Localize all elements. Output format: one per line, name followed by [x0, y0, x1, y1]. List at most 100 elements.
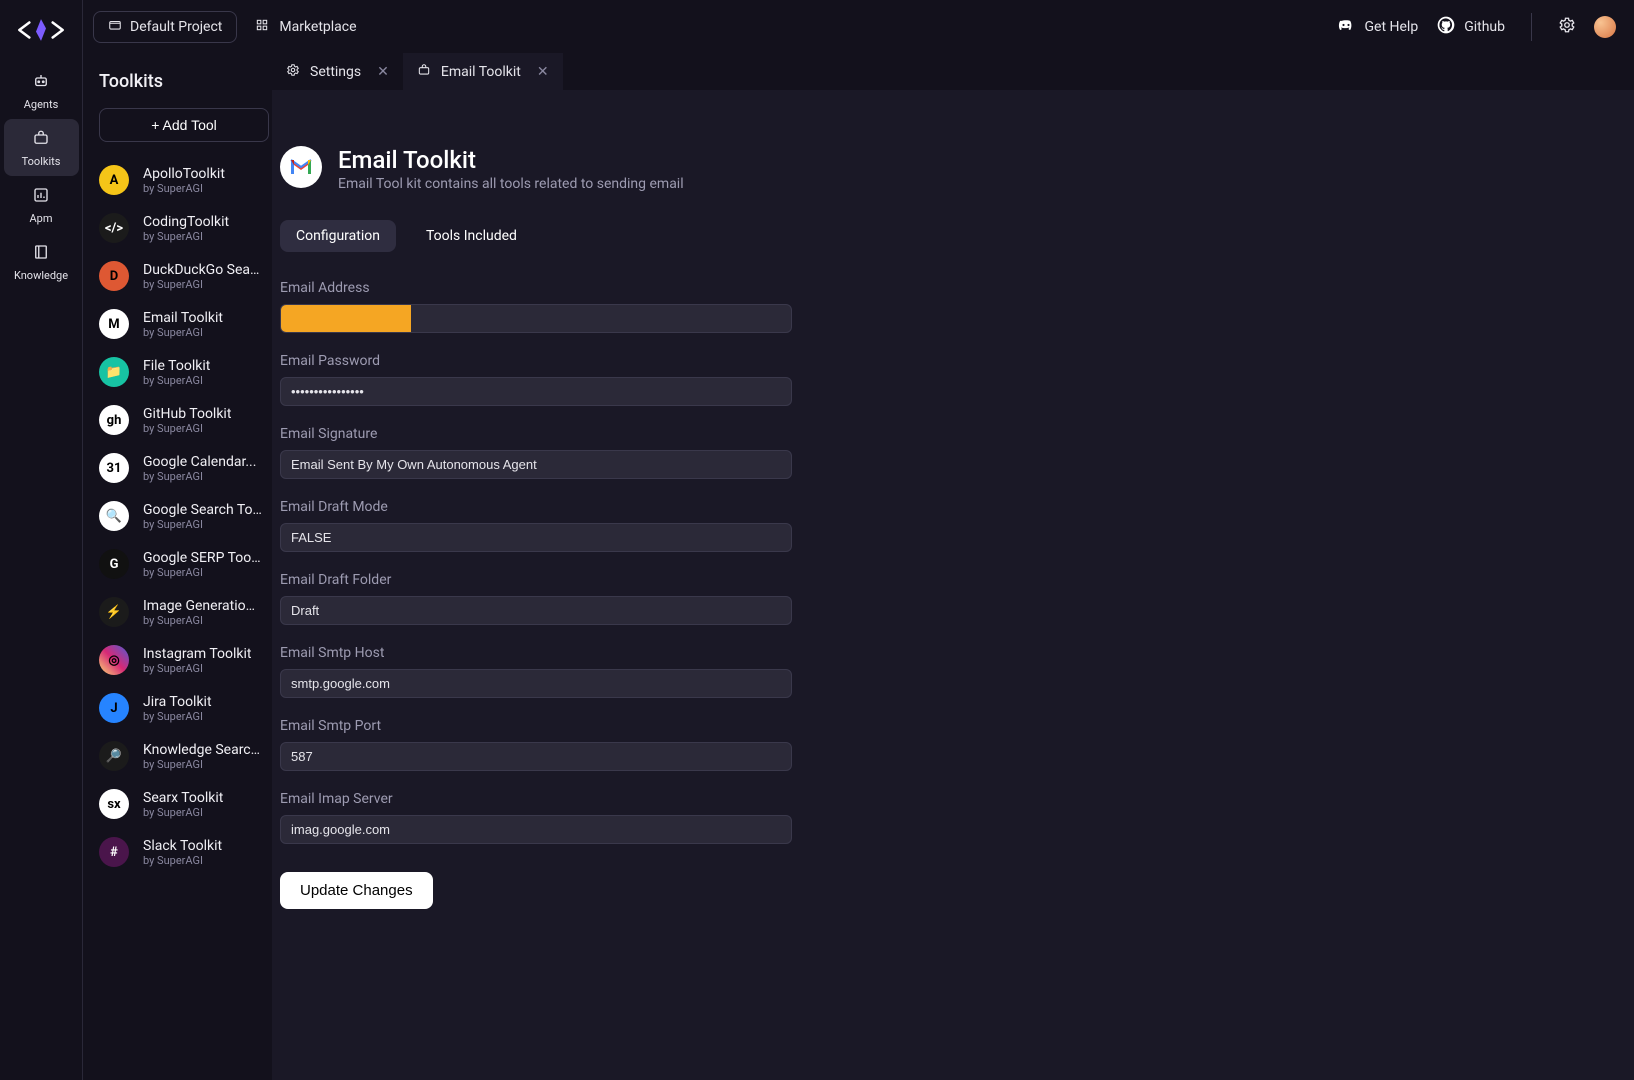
toolkit-item[interactable]: ◎Instagram Toolkitby SuperAGI — [99, 636, 262, 684]
field-label: Email Password — [280, 353, 792, 369]
toolkit-item-name: CodingToolkit — [143, 214, 229, 230]
field-input[interactable] — [280, 304, 792, 333]
marketplace-link[interactable]: Marketplace — [255, 18, 356, 36]
update-changes-button[interactable]: Update Changes — [280, 872, 433, 909]
toolkit-item[interactable]: 🔍Google Search Toolkitby SuperAGI — [99, 492, 262, 540]
toolkit-item[interactable]: </> CodingToolkitby SuperAGI — [99, 204, 262, 252]
field-input[interactable] — [280, 596, 792, 625]
toolkit-item-icon: sx — [99, 789, 129, 819]
toolkit-item-author: by SuperAGI — [143, 278, 262, 291]
toolkit-item[interactable]: 📁 File Toolkitby SuperAGI — [99, 348, 262, 396]
discord-icon — [1336, 15, 1356, 39]
toolkit-item-name: File Toolkit — [143, 358, 210, 374]
toolkit-item[interactable]: MEmail Toolkitby SuperAGI — [99, 300, 262, 348]
project-label: Default Project — [130, 19, 222, 35]
toolkit-item-icon: G — [99, 549, 129, 579]
tab-settings[interactable]: Settings ✕ — [272, 53, 403, 90]
user-avatar[interactable] — [1594, 16, 1616, 38]
toolkit-item-icon: ⚡ — [99, 597, 129, 627]
close-icon[interactable]: ✕ — [377, 64, 389, 80]
toolkit-item-icon: 🔎 — [99, 741, 129, 771]
topbar-divider — [1531, 13, 1532, 41]
field-input[interactable] — [280, 450, 792, 479]
toolkit-item-author: by SuperAGI — [143, 230, 229, 243]
marketplace-label: Marketplace — [279, 19, 356, 35]
field-input[interactable] — [280, 523, 792, 552]
rail-item-agents[interactable]: Agents — [4, 62, 79, 119]
toolkit-item-author: by SuperAGI — [143, 614, 262, 627]
field-label: Email Draft Folder — [280, 572, 792, 588]
app-logo — [11, 10, 71, 50]
gear-icon — [286, 63, 300, 81]
config-field: Email Password — [280, 353, 792, 406]
toolkit-item[interactable]: 🔎Knowledge Search...by SuperAGI — [99, 732, 262, 780]
topbar: Default Project Marketplace Get Help Git… — [83, 0, 1634, 53]
tab-label: Email Toolkit — [441, 64, 521, 80]
config-field: Email Signature — [280, 426, 792, 479]
field-input[interactable] — [280, 377, 792, 406]
rail-label: Agents — [24, 98, 59, 111]
subtab-configuration[interactable]: Configuration — [280, 220, 396, 252]
toolkit-item[interactable]: J Jira Toolkitby SuperAGI — [99, 684, 262, 732]
toolkit-item[interactable]: #Slack Toolkitby SuperAGI — [99, 828, 262, 876]
field-input[interactable] — [280, 815, 792, 844]
toolkit-item-author: by SuperAGI — [143, 710, 212, 723]
folder-icon — [108, 18, 122, 36]
toolkit-item-author: by SuperAGI — [143, 374, 210, 387]
toolkit-item-author: by SuperAGI — [143, 470, 256, 483]
github-link[interactable]: Github — [1436, 15, 1505, 39]
sidebar-title: Toolkits — [99, 71, 262, 92]
toolkit-item-icon: 📁 — [99, 357, 129, 387]
toolkit-item-icon: gh — [99, 405, 129, 435]
toolkit-item-name: Google Search Toolkit — [143, 502, 262, 518]
toolkit-item-name: DuckDuckGo Search... — [143, 262, 262, 278]
get-help-link[interactable]: Get Help — [1336, 15, 1418, 39]
rail-item-toolkits[interactable]: Toolkits — [4, 119, 79, 176]
github-icon — [1436, 15, 1456, 39]
toolkits-sidebar: Toolkits + Add Tool AApolloToolkitby Sup… — [83, 53, 272, 1080]
toolkit-item-name: Jira Toolkit — [143, 694, 212, 710]
toolkit-item-icon: ◎ — [99, 645, 129, 675]
toolkit-item[interactable]: GGoogle SERP Toolkitby SuperAGI — [99, 540, 262, 588]
toolkit-item-icon: # — [99, 837, 129, 867]
toolkit-item-name: GitHub Toolkit — [143, 406, 231, 422]
rail-label: Apm — [30, 212, 53, 225]
settings-button[interactable] — [1558, 16, 1576, 38]
toolkit-item[interactable]: ⚡Image Generation...by SuperAGI — [99, 588, 262, 636]
toolkit-item[interactable]: gh GitHub Toolkitby SuperAGI — [99, 396, 262, 444]
toolkit-item-icon: A — [99, 165, 129, 195]
toolkit-item[interactable]: D DuckDuckGo Search...by SuperAGI — [99, 252, 262, 300]
rail-item-apm[interactable]: Apm — [4, 176, 79, 233]
config-field: Email Imap Server — [280, 791, 792, 844]
toolkit-item[interactable]: sxSearx Toolkitby SuperAGI — [99, 780, 262, 828]
field-label: Email Signature — [280, 426, 792, 442]
field-input[interactable] — [280, 669, 792, 698]
config-field: Email Draft Mode — [280, 499, 792, 552]
add-tool-button[interactable]: + Add Tool — [99, 108, 269, 142]
toolkit-item[interactable]: 31 Google Calendar...by SuperAGI — [99, 444, 262, 492]
field-input[interactable] — [280, 742, 792, 771]
toolkit-item-author: by SuperAGI — [143, 182, 225, 195]
toolkit-item-icon: M — [99, 309, 129, 339]
toolkit-item-icon: 31 — [99, 453, 129, 483]
page-title: Email Toolkit — [338, 146, 684, 174]
robot-icon — [32, 72, 50, 94]
toolkit-item-author: by SuperAGI — [143, 518, 262, 531]
toolkit-item-icon: J — [99, 693, 129, 723]
project-selector[interactable]: Default Project — [93, 11, 237, 43]
toolkit-item-icon: D — [99, 261, 129, 291]
rail-item-knowledge[interactable]: Knowledge — [4, 233, 79, 290]
toolkit-icon — [32, 129, 50, 151]
toolkit-item-name: Instagram Toolkit — [143, 646, 252, 662]
close-icon[interactable]: ✕ — [537, 64, 549, 80]
config-field: Email Smtp Host — [280, 645, 792, 698]
tab-email-toolkit[interactable]: Email Toolkit ✕ — [403, 53, 563, 90]
toolkit-item-icon: </> — [99, 213, 129, 243]
field-label: Email Imap Server — [280, 791, 792, 807]
field-label: Email Smtp Port — [280, 718, 792, 734]
toolkit-item[interactable]: AApolloToolkitby SuperAGI — [99, 156, 262, 204]
toolkit-item-name: Google Calendar... — [143, 454, 256, 470]
toolkit-item-author: by SuperAGI — [143, 422, 231, 435]
gmail-icon — [280, 146, 322, 188]
subtab-tools-included[interactable]: Tools Included — [410, 220, 533, 252]
